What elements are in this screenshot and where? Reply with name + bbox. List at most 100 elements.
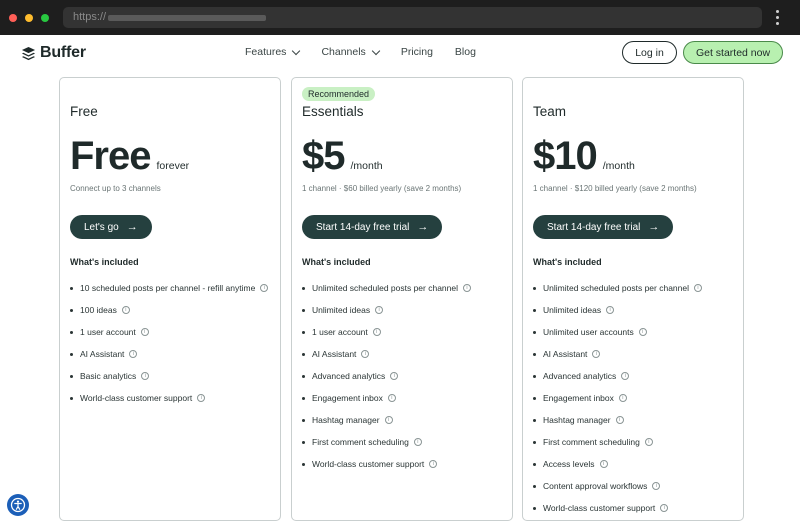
info-icon[interactable]: i [121, 306, 130, 314]
bullet-icon [70, 308, 73, 312]
start-trial-button-team[interactable]: Start 14-day free trial → [533, 215, 674, 239]
start-trial-button-essentials[interactable]: Start 14-day free trial → [302, 215, 443, 239]
maximize-window-icon[interactable] [41, 14, 49, 22]
feature-list: Unlimited scheduled posts per channel i Un… [533, 277, 703, 519]
info-icon[interactable]: i [260, 284, 269, 292]
info-icon[interactable]: i [361, 350, 370, 358]
plan-subtitle: Connect up to 3 channels [70, 184, 161, 193]
feature-item: Engagement inbox i [302, 387, 471, 409]
bullet-icon [302, 462, 305, 466]
nav-blog[interactable]: Blog [455, 46, 476, 58]
info-icon[interactable]: i [375, 306, 384, 314]
plan-card-free: Free Free forever Connect up to 3 channe… [59, 77, 281, 521]
bullet-icon [533, 308, 536, 312]
info-icon[interactable]: i [197, 394, 206, 402]
feature-item: World-class customer support i [70, 387, 268, 409]
feature-label: Unlimited ideas [543, 305, 602, 315]
log-in-button[interactable]: Log in [622, 41, 677, 64]
feature-label: First comment scheduling [543, 437, 640, 447]
feature-item: 10 scheduled posts per channel - refill … [70, 277, 269, 299]
bullet-icon [302, 330, 305, 334]
accessibility-button[interactable] [7, 494, 29, 516]
feature-label: AI Assistant [80, 349, 125, 359]
browser-menu-icon[interactable] [776, 10, 780, 26]
included-heading: What's included [533, 257, 602, 267]
feature-item: World-class customer support i [533, 497, 702, 519]
feature-item: World-class customer support i [302, 453, 471, 475]
feature-label: Hashtag manager [312, 415, 380, 425]
info-icon[interactable]: i [694, 284, 703, 292]
info-icon[interactable]: i [606, 306, 615, 314]
feature-item: Unlimited scheduled posts per channel i [302, 277, 472, 299]
feature-item: Basic analytics i [70, 365, 268, 387]
get-started-button[interactable]: Get started now [683, 41, 783, 64]
info-icon[interactable]: i [621, 372, 630, 380]
feature-label: Unlimited scheduled posts per channel [543, 283, 690, 293]
cta-label: Let's go [84, 221, 119, 233]
info-icon[interactable]: i [387, 394, 396, 402]
info-icon[interactable]: i [384, 416, 393, 424]
close-window-icon[interactable] [9, 14, 17, 22]
plan-card-team: Team $10 /month 1 channel · $120 billed … [522, 77, 744, 521]
accessibility-icon [10, 497, 26, 513]
info-icon[interactable]: i [129, 350, 138, 358]
feature-item: Hashtag manager i [302, 409, 471, 431]
plan-price: Free [70, 134, 151, 178]
nav-features[interactable]: Features [245, 46, 301, 58]
bullet-icon [302, 308, 305, 312]
feature-list: Unlimited scheduled posts per channel i Un… [302, 277, 472, 475]
brand-logo[interactable]: Buffer [21, 44, 86, 62]
chevron-down-icon [292, 46, 301, 55]
nav-channels[interactable]: Channels [321, 46, 381, 58]
feature-item: 1 user account i [302, 321, 471, 343]
feature-item: 1 user account i [70, 321, 268, 343]
info-icon[interactable]: i [463, 284, 472, 292]
info-icon[interactable]: i [599, 460, 608, 468]
info-icon[interactable]: i [615, 416, 624, 424]
feature-label: 1 user account [80, 327, 136, 337]
feature-item: Advanced analytics i [533, 365, 702, 387]
info-icon[interactable]: i [638, 328, 647, 336]
url-redacted [108, 15, 266, 21]
buffer-logo-icon [21, 46, 36, 60]
feature-label: Engagement inbox [543, 393, 614, 403]
feature-item: Unlimited scheduled posts per channel i [533, 277, 703, 299]
bullet-icon [533, 484, 536, 488]
bullet-icon [533, 352, 536, 356]
info-icon[interactable]: i [429, 460, 438, 468]
minimize-window-icon[interactable] [25, 14, 33, 22]
included-heading: What's included [302, 257, 371, 267]
info-icon[interactable]: i [618, 394, 627, 402]
info-icon[interactable]: i [140, 328, 149, 336]
price-row: $5 /month [302, 136, 383, 176]
info-icon[interactable]: i [372, 328, 381, 336]
feature-item: Content approval workflows i [533, 475, 702, 497]
feature-label: Unlimited scheduled posts per channel [312, 283, 459, 293]
nav-pricing[interactable]: Pricing [401, 46, 433, 58]
feature-label: First comment scheduling [312, 437, 409, 447]
feature-list: 10 scheduled posts per channel - refill … [70, 277, 269, 409]
nav-channels-label: Channels [321, 46, 366, 58]
nav-features-label: Features [245, 46, 287, 58]
bullet-icon [302, 374, 305, 378]
feature-label: Unlimited user accounts [543, 327, 634, 337]
address-bar[interactable]: https:// [63, 7, 762, 28]
feature-item: Unlimited user accounts i [533, 321, 702, 343]
nav-pricing-label: Pricing [400, 46, 433, 58]
bullet-icon [302, 440, 305, 444]
nav-blog-label: Blog [454, 46, 476, 58]
feature-item: Hashtag manager i [533, 409, 702, 431]
info-icon[interactable]: i [141, 372, 150, 380]
lets-go-button[interactable]: Let's go → [70, 215, 152, 239]
feature-item: First comment scheduling i [533, 431, 702, 453]
bullet-icon [533, 440, 536, 444]
feature-item: Unlimited ideas i [533, 299, 702, 321]
info-icon[interactable]: i [644, 438, 653, 446]
info-icon[interactable]: i [652, 482, 661, 490]
info-icon[interactable]: i [592, 350, 601, 358]
info-icon[interactable]: i [413, 438, 422, 446]
recommended-badge: Recommended [302, 87, 376, 101]
info-icon[interactable]: i [660, 504, 669, 512]
feature-label: Hashtag manager [543, 415, 611, 425]
info-icon[interactable]: i [390, 372, 399, 380]
